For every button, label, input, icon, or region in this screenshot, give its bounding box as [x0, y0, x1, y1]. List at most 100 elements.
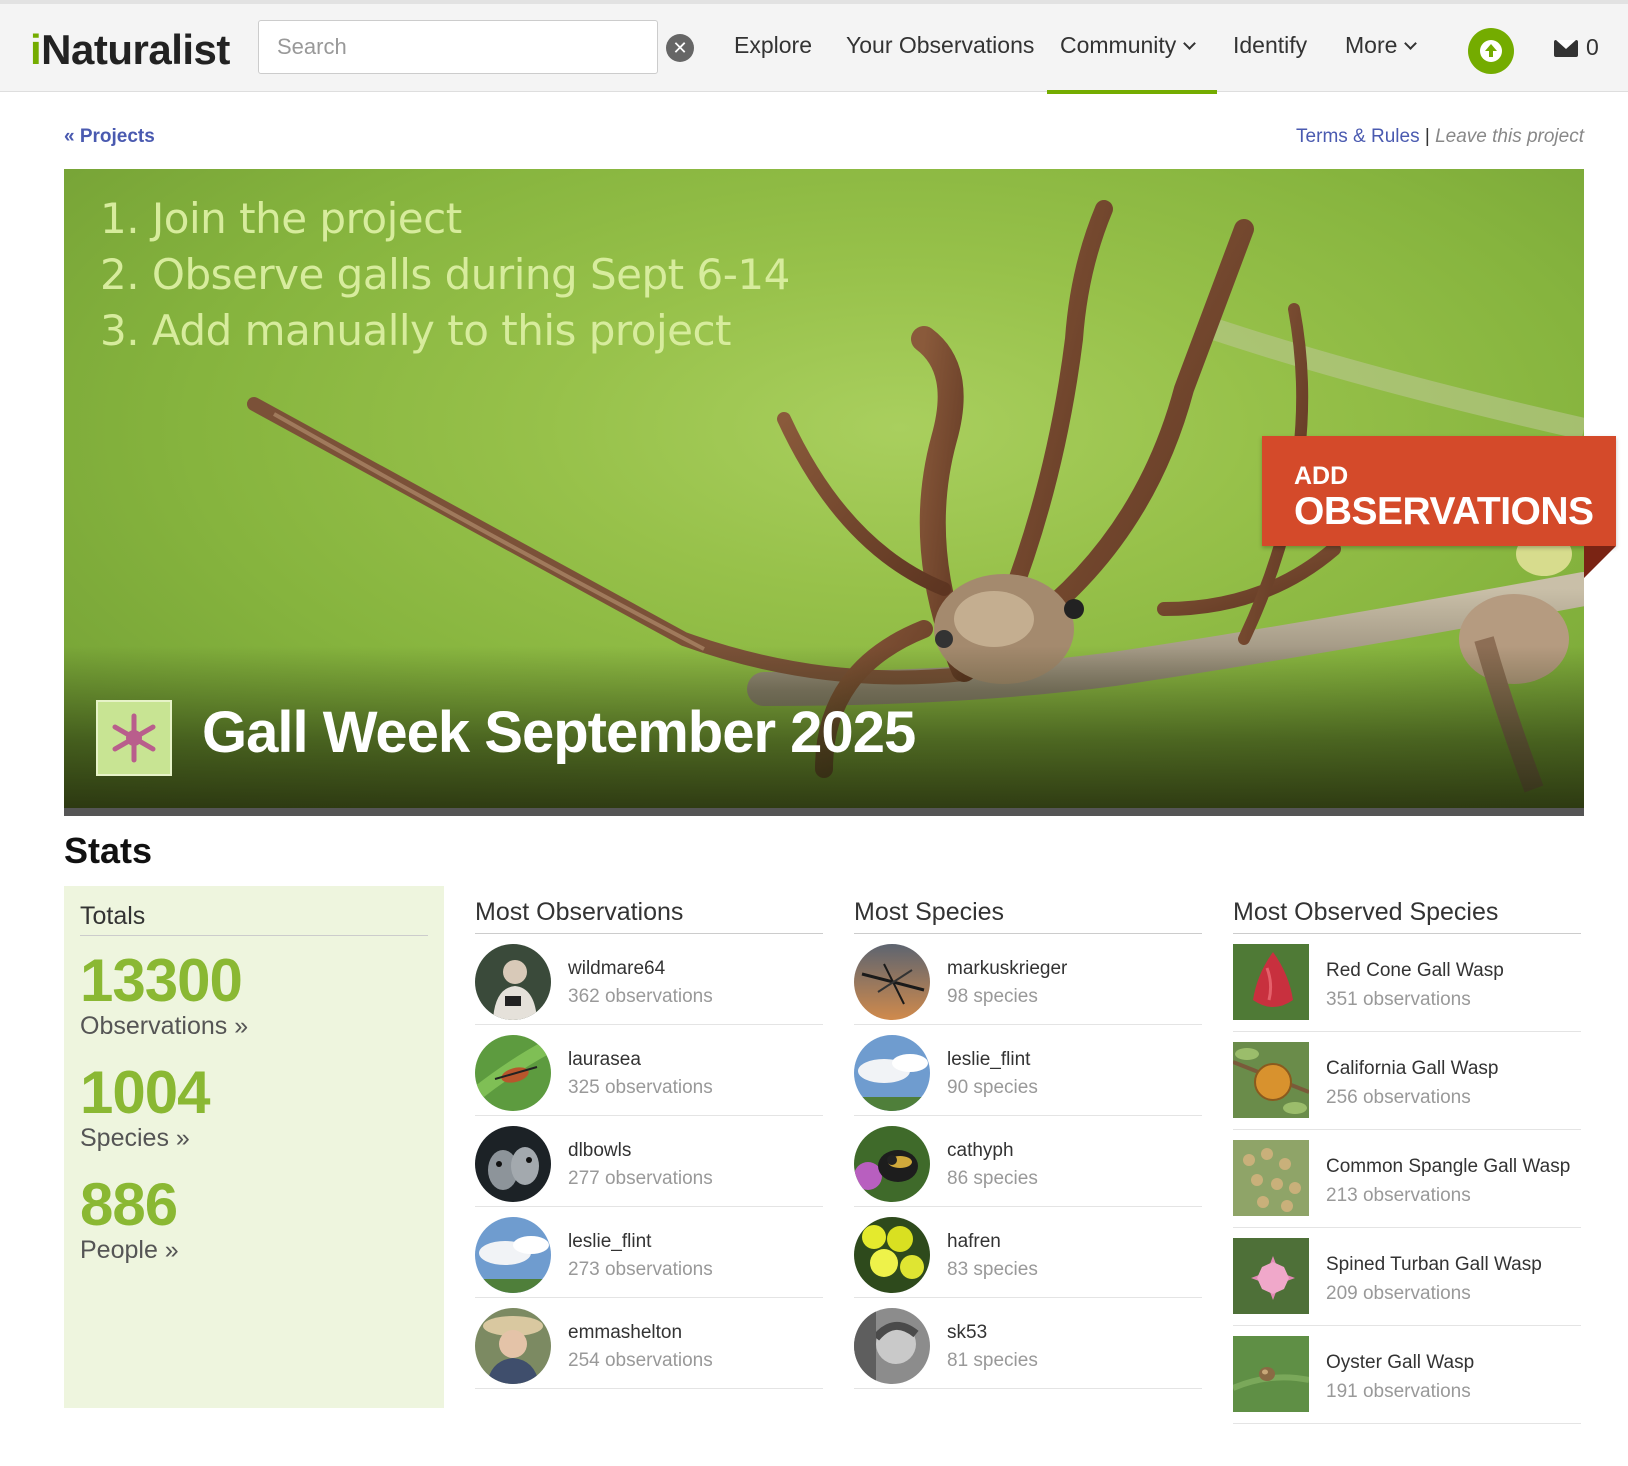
- total-species-link[interactable]: Species »: [80, 1124, 190, 1153]
- gall-star-icon: [112, 713, 156, 763]
- avatar[interactable]: [854, 944, 930, 1020]
- user-name[interactable]: dlbowls: [568, 1140, 631, 1162]
- species-row[interactable]: Oyster Gall Wasp 191 observations: [1233, 1326, 1581, 1424]
- species-photo[interactable]: [1233, 1042, 1309, 1118]
- species-photo[interactable]: [1233, 1336, 1309, 1412]
- user-name[interactable]: leslie_flint: [947, 1049, 1030, 1071]
- user-name[interactable]: hafren: [947, 1231, 1001, 1253]
- upload-arrow-icon: [1480, 40, 1502, 62]
- top-navigation-bar: iNaturalist ✕ Explore Your Observations …: [0, 0, 1628, 94]
- total-people-count[interactable]: 886: [80, 1170, 178, 1239]
- species-row[interactable]: Common Spangle Gall Wasp 213 observation…: [1233, 1130, 1581, 1228]
- avatar[interactable]: [854, 1035, 930, 1111]
- nav-community[interactable]: Community: [1060, 32, 1197, 59]
- user-name[interactable]: leslie_flint: [568, 1231, 651, 1253]
- user-name[interactable]: markuskrieger: [947, 958, 1067, 980]
- avatar[interactable]: [475, 1217, 551, 1293]
- active-nav-indicator: [1047, 90, 1217, 94]
- most-species-heading: Most Species: [854, 898, 1202, 934]
- nav-identify[interactable]: Identify: [1233, 32, 1307, 59]
- species-row[interactable]: California Gall Wasp 256 observations: [1233, 1032, 1581, 1130]
- project-links: Terms & Rules | Leave this project: [1296, 126, 1584, 148]
- leave-project-link[interactable]: Leave this project: [1435, 126, 1584, 147]
- ribbon-fold: [1584, 546, 1616, 578]
- messages-count: 0: [1586, 34, 1599, 60]
- observation-count: 213 observations: [1326, 1185, 1471, 1206]
- banner-bottom-strip: [64, 808, 1584, 816]
- species-name[interactable]: Common Spangle Gall Wasp: [1326, 1156, 1570, 1178]
- stats-heading: Stats: [64, 830, 153, 871]
- most-species-column: Most Species markuskrieger 98 species le…: [854, 898, 1202, 1389]
- chevron-down-icon: [1404, 37, 1418, 50]
- avatar[interactable]: [475, 1126, 551, 1202]
- nav-more[interactable]: More: [1345, 32, 1418, 59]
- species-photo[interactable]: [1233, 1238, 1309, 1314]
- species-name[interactable]: Spined Turban Gall Wasp: [1326, 1254, 1542, 1276]
- observation-count: 277 observations: [568, 1168, 713, 1189]
- project-icon: [96, 700, 172, 776]
- nav-explore[interactable]: Explore: [734, 32, 812, 59]
- messages-button[interactable]: 0: [1554, 34, 1599, 62]
- species-count: 90 species: [947, 1077, 1038, 1098]
- project-title: Gall Week September 2025: [202, 700, 916, 765]
- instruction-line: 2. Observe galls during Sept 6-14: [100, 250, 790, 299]
- avatar[interactable]: [854, 1217, 930, 1293]
- leaderboard-row[interactable]: markuskrieger 98 species: [854, 934, 1202, 1025]
- avatar[interactable]: [475, 1035, 551, 1111]
- avatar[interactable]: [475, 944, 551, 1020]
- instruction-line: 1. Join the project: [100, 194, 462, 243]
- species-photo[interactable]: [1233, 944, 1309, 1020]
- total-observations-link[interactable]: Observations »: [80, 1012, 248, 1041]
- leaderboard-row[interactable]: dlbowls 277 observations: [475, 1116, 823, 1207]
- observation-count: 273 observations: [568, 1259, 713, 1280]
- avatar[interactable]: [854, 1308, 930, 1384]
- inaturalist-logo[interactable]: iNaturalist: [30, 26, 230, 74]
- leaderboard-row[interactable]: leslie_flint 273 observations: [475, 1207, 823, 1298]
- leaderboard-row[interactable]: sk53 81 species: [854, 1298, 1202, 1389]
- total-observations-count[interactable]: 13300: [80, 946, 243, 1015]
- terms-rules-link[interactable]: Terms & Rules: [1296, 126, 1420, 147]
- avatar[interactable]: [854, 1126, 930, 1202]
- species-count: 81 species: [947, 1350, 1038, 1371]
- upload-button[interactable]: [1468, 28, 1514, 74]
- total-species-count[interactable]: 1004: [80, 1058, 210, 1127]
- leaderboard-row[interactable]: hafren 83 species: [854, 1207, 1202, 1298]
- species-photo[interactable]: [1233, 1140, 1309, 1216]
- species-name[interactable]: California Gall Wasp: [1326, 1058, 1498, 1080]
- observation-count: 209 observations: [1326, 1283, 1471, 1304]
- user-name[interactable]: sk53: [947, 1322, 987, 1344]
- observation-count: 191 observations: [1326, 1381, 1471, 1402]
- leaderboard-row[interactable]: emmashelton 254 observations: [475, 1298, 823, 1389]
- banner-instructions: 1. Join the project 2. Observe galls dur…: [100, 191, 790, 359]
- most-observed-species-column: Most Observed Species Red Cone Gall Wasp…: [1233, 898, 1581, 1424]
- species-row[interactable]: Spined Turban Gall Wasp 209 observations: [1233, 1228, 1581, 1326]
- total-people-link[interactable]: People »: [80, 1236, 179, 1265]
- user-name[interactable]: cathyph: [947, 1140, 1014, 1162]
- totals-heading: Totals: [80, 902, 428, 936]
- species-count: 83 species: [947, 1259, 1038, 1280]
- observation-count: 325 observations: [568, 1077, 713, 1098]
- species-count: 86 species: [947, 1168, 1038, 1189]
- nav-your-observations[interactable]: Your Observations: [846, 32, 1034, 59]
- user-name[interactable]: emmashelton: [568, 1322, 682, 1344]
- user-name[interactable]: wildmare64: [568, 958, 665, 980]
- clear-search-icon[interactable]: ✕: [666, 34, 694, 62]
- observation-count: 254 observations: [568, 1350, 713, 1371]
- user-name[interactable]: laurasea: [568, 1049, 641, 1071]
- add-observations-button[interactable]: ADD OBSERVATIONS: [1262, 436, 1616, 546]
- leaderboard-row[interactable]: leslie_flint 90 species: [854, 1025, 1202, 1116]
- species-name[interactable]: Oyster Gall Wasp: [1326, 1352, 1474, 1374]
- leaderboard-row[interactable]: laurasea 325 observations: [475, 1025, 823, 1116]
- breadcrumb-projects-link[interactable]: « Projects: [64, 126, 155, 148]
- search-input[interactable]: [258, 20, 658, 74]
- species-name[interactable]: Red Cone Gall Wasp: [1326, 960, 1504, 982]
- instruction-line: 3. Add manually to this project: [100, 306, 732, 355]
- leaderboard-row[interactable]: cathyph 86 species: [854, 1116, 1202, 1207]
- leaderboard-row[interactable]: wildmare64 362 observations: [475, 934, 823, 1025]
- species-row[interactable]: Red Cone Gall Wasp 351 observations: [1233, 934, 1581, 1032]
- avatar[interactable]: [475, 1308, 551, 1384]
- totals-panel: Totals 13300 Observations » 1004 Species…: [64, 886, 444, 1408]
- most-observed-species-heading: Most Observed Species: [1233, 898, 1581, 934]
- most-observations-heading: Most Observations: [475, 898, 823, 934]
- most-observations-column: Most Observations wildmare64 362 observa…: [475, 898, 823, 1389]
